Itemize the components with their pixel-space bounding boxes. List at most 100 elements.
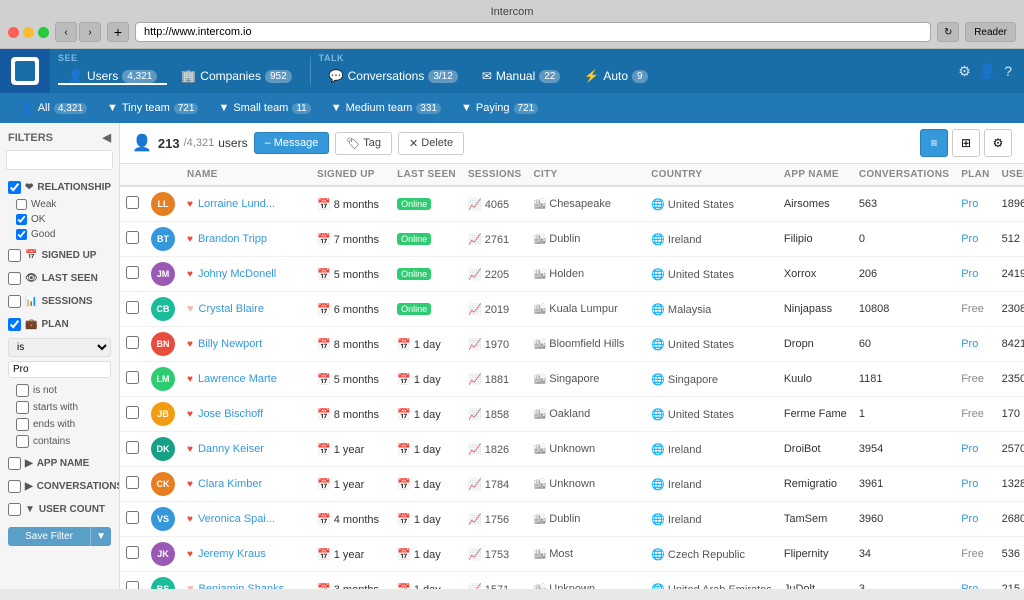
forward-button[interactable]: › <box>79 22 101 42</box>
col-app-name[interactable]: APP NAME <box>778 164 853 186</box>
subnav-medium[interactable]: ▼ Medium team 331 <box>323 98 449 118</box>
plan-contains-checkbox[interactable] <box>16 435 29 448</box>
save-filter-dropdown[interactable]: ▼ <box>90 527 111 546</box>
profile-icon[interactable]: 👤 <box>979 63 996 80</box>
sessions-filter-title[interactable]: 📊 SESSIONS <box>0 292 119 311</box>
user-count-checkbox[interactable] <box>8 503 21 516</box>
app-name-filter-title[interactable]: ▶ APP NAME <box>0 454 119 473</box>
help-icon[interactable]: ? <box>1004 63 1012 79</box>
settings-view-button[interactable]: ⚙ <box>984 129 1012 157</box>
conversations-nav-item[interactable]: 💬 Conversations 3/12 <box>319 69 468 85</box>
user-name[interactable]: Danny Keiser <box>198 443 264 455</box>
col-country[interactable]: COUNTRY <box>645 164 778 186</box>
avatar: CB <box>151 297 175 321</box>
table-row: CB ♥ Crystal Blaire 📅 6 months Online 📈 … <box>120 292 1024 327</box>
user-name[interactable]: Veronica Spai... <box>198 513 275 525</box>
user-name[interactable]: Billy Newport <box>198 338 262 350</box>
app-name-checkbox[interactable] <box>8 457 21 470</box>
row-checkbox-11[interactable] <box>126 581 139 589</box>
row-checkbox-6[interactable] <box>126 406 139 419</box>
delete-button[interactable]: ✕ Delete <box>398 132 464 155</box>
plan-startswith-checkbox[interactable] <box>16 401 29 414</box>
row-checkbox-9[interactable] <box>126 511 139 524</box>
plan-filter-title[interactable]: 💼 PLAN <box>0 315 119 334</box>
col-conversations[interactable]: CONVERSATIONS <box>853 164 955 186</box>
col-city[interactable]: CITY <box>527 164 645 186</box>
list-view-button[interactable]: ≡ <box>920 129 948 157</box>
last-seen-filter-title[interactable]: 👁 LAST SEEN <box>0 269 119 288</box>
table-row: BS ♥ Benjamin Shanks 📅 3 months 📅 1 day … <box>120 572 1024 590</box>
user-name[interactable]: Lawrence Marte <box>198 373 277 385</box>
grid-view-button[interactable]: ⊞ <box>952 129 980 157</box>
users-nav-item[interactable]: 👤 Users 4,321 <box>58 69 167 85</box>
message-button[interactable]: – Message <box>254 132 330 154</box>
avatar: DK <box>151 437 175 461</box>
weak-checkbox[interactable] <box>16 199 27 210</box>
save-filter-button[interactable]: Save Filter <box>8 527 90 546</box>
address-bar[interactable]: http://www.intercom.io <box>135 22 931 42</box>
col-user-count[interactable]: USER COUNT <box>996 164 1024 186</box>
tag-button[interactable]: 🏷 Tag <box>335 132 392 155</box>
companies-nav-item[interactable]: 🏢 Companies 952 <box>171 69 301 85</box>
user-name[interactable]: Brandon Tripp <box>198 233 267 245</box>
maximize-traffic-light[interactable] <box>38 27 49 38</box>
filter-good: Good <box>0 227 119 242</box>
row-checkbox-8[interactable] <box>126 476 139 489</box>
manual-nav-item[interactable]: ✉ Manual 22 <box>472 69 571 85</box>
row-checkbox-3[interactable] <box>126 301 139 314</box>
table-row: VS ♥ Veronica Spai... 📅 4 months 📅 1 day… <box>120 502 1024 537</box>
search-input[interactable] <box>6 150 113 170</box>
row-checkbox-0[interactable] <box>126 196 139 209</box>
user-name[interactable]: Johny McDonell <box>198 268 276 280</box>
ok-checkbox[interactable] <box>16 214 27 225</box>
sessions-checkbox[interactable] <box>8 295 21 308</box>
user-count-filter-title[interactable]: ▼ USER COUNT <box>0 500 119 519</box>
back-button[interactable]: ‹ <box>55 22 77 42</box>
refresh-button[interactable]: ↻ <box>937 22 959 42</box>
signed-up-checkbox[interactable] <box>8 249 21 262</box>
row-checkbox-2[interactable] <box>126 266 139 279</box>
plan-option-endswith: ends with <box>0 416 119 433</box>
new-tab-button[interactable]: + <box>107 22 129 42</box>
relationship-filter-title[interactable]: ❤ RELATIONSHIP <box>0 178 119 197</box>
user-name[interactable]: Jose Bischoff <box>198 408 263 420</box>
col-plan[interactable]: PLAN <box>955 164 995 186</box>
settings-icon[interactable]: ⚙ <box>958 63 971 80</box>
user-name[interactable]: Crystal Blaire <box>199 303 264 315</box>
minimize-traffic-light[interactable] <box>23 27 34 38</box>
relationship-checkbox[interactable] <box>8 181 21 194</box>
talk-section: TALK 💬 Conversations 3/12 ✉ Manual 22 ⚡ <box>311 49 666 93</box>
subnav-all[interactable]: 👤 All 4,321 <box>12 98 95 119</box>
plan-condition-select[interactable]: is <box>8 338 111 357</box>
auto-nav-item[interactable]: ⚡ Auto 9 <box>574 69 657 85</box>
plan-isnot-checkbox[interactable] <box>16 384 29 397</box>
col-name[interactable]: NAME <box>181 164 311 186</box>
col-sessions[interactable]: SESSIONS <box>462 164 528 186</box>
user-name[interactable]: Benjamin Shanks <box>199 583 285 589</box>
conversations-filter-title[interactable]: ▶ CONVERSATIONS <box>0 477 119 496</box>
col-signed-up[interactable]: SIGNED UP <box>311 164 391 186</box>
user-name[interactable]: Jeremy Kraus <box>198 548 266 560</box>
last-seen-checkbox[interactable] <box>8 272 21 285</box>
plan-checkbox[interactable] <box>8 318 21 331</box>
reader-button[interactable]: Reader <box>965 22 1016 42</box>
close-traffic-light[interactable] <box>8 27 19 38</box>
col-last-seen[interactable]: LAST SEEN <box>391 164 462 186</box>
table-container: NAME SIGNED UP LAST SEEN SESSIONS CITY C… <box>120 164 1024 589</box>
good-checkbox[interactable] <box>16 229 27 240</box>
row-checkbox-1[interactable] <box>126 231 139 244</box>
conversations-filter-checkbox[interactable] <box>8 480 21 493</box>
row-checkbox-4[interactable] <box>126 336 139 349</box>
subnav-paying[interactable]: ▼ Paying 721 <box>453 98 546 118</box>
plan-endswith-checkbox[interactable] <box>16 418 29 431</box>
row-checkbox-5[interactable] <box>126 371 139 384</box>
signed-up-filter-title[interactable]: 📅 SIGNED UP <box>0 246 119 265</box>
user-name[interactable]: Clara Kimber <box>198 478 262 490</box>
row-checkbox-7[interactable] <box>126 441 139 454</box>
row-checkbox-10[interactable] <box>126 546 139 559</box>
plan-value-field[interactable] <box>8 361 111 378</box>
sidebar-collapse-icon[interactable]: ◀ <box>103 131 111 144</box>
subnav-tiny[interactable]: ▼ Tiny team 721 <box>99 98 206 118</box>
subnav-small[interactable]: ▼ Small team 11 <box>210 98 318 118</box>
user-name[interactable]: Lorraine Lund... <box>198 198 275 210</box>
